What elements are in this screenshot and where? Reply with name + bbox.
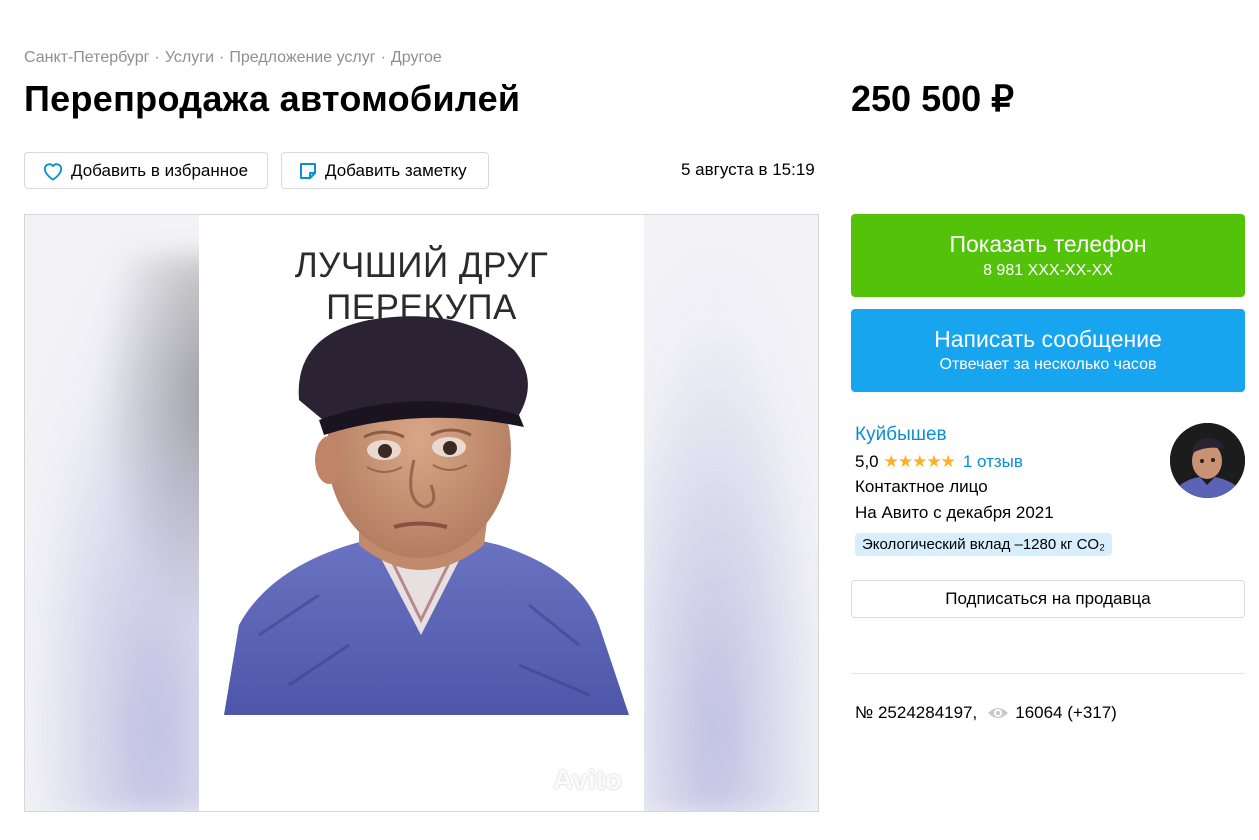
man-portrait-illustration bbox=[224, 316, 629, 715]
views-count: 16064 (+317) bbox=[1015, 703, 1117, 722]
listing-photo[interactable]: ЛУЧШИЙ ДРУГ ПЕРЕКУПА Avito bbox=[199, 215, 644, 811]
breadcrumb-services[interactable]: Услуги bbox=[165, 49, 214, 67]
show-phone-button[interactable]: Показать телефон 8 981 XXX-XX-XX bbox=[851, 214, 1245, 297]
eye-icon bbox=[988, 708, 1009, 718]
add-to-favorites-label: Добавить в избранное bbox=[71, 160, 249, 180]
note-icon bbox=[300, 162, 316, 179]
eco-badge: Экологический вклад –1280 кг CO₂ bbox=[855, 533, 1112, 556]
avito-logo-icon bbox=[516, 764, 546, 795]
rating-value: 5,0 bbox=[855, 452, 879, 471]
listing-price: 250 500 ₽ bbox=[851, 78, 1015, 119]
breadcrumb-offers[interactable]: Предложение услуг bbox=[229, 49, 375, 67]
add-note-label: Добавить заметку bbox=[325, 160, 467, 180]
seller-role: Контактное лицо bbox=[855, 477, 988, 496]
add-note-button[interactable]: Добавить заметку bbox=[281, 152, 489, 189]
breadcrumb-separator: · bbox=[154, 49, 160, 66]
reviews-link[interactable]: 1 отзыв bbox=[963, 452, 1023, 472]
breadcrumb-separator: · bbox=[380, 49, 386, 66]
avatar-image bbox=[1170, 423, 1245, 498]
write-message-button[interactable]: Написать сообщение Отвечает за несколько… bbox=[851, 309, 1245, 392]
show-phone-label: Показать телефон bbox=[949, 231, 1147, 257]
subscribe-seller-button[interactable]: Подписаться на продавца bbox=[851, 580, 1245, 618]
breadcrumb-separator: · bbox=[219, 49, 225, 66]
seller-rating: 5,0 ★★★★★ 1 отзыв bbox=[855, 451, 1165, 473]
seller-since: На Авито с декабря 2021 bbox=[855, 503, 1054, 522]
publish-date: 5 августа в 15:19 bbox=[681, 160, 815, 179]
seller-avatar[interactable] bbox=[1170, 423, 1245, 498]
page-title: Перепродажа автомобилей bbox=[24, 78, 521, 119]
blurred-background bbox=[635, 255, 818, 811]
ad-number: № 2524284197, bbox=[855, 703, 978, 722]
watermark-text: Avito bbox=[553, 764, 622, 795]
seller-name-link[interactable]: Куйбышев bbox=[855, 424, 1165, 448]
breadcrumb-other[interactable]: Другое bbox=[391, 49, 442, 67]
photo-gallery[interactable]: ЛУЧШИЙ ДРУГ ПЕРЕКУПА Avito bbox=[24, 214, 819, 812]
response-time: Отвечает за несколько часов bbox=[939, 356, 1157, 373]
ad-meta: № 2524284197, 16064 (+317) bbox=[855, 703, 1117, 723]
breadcrumb: Санкт-Петербург · Услуги · Предложение у… bbox=[24, 49, 442, 67]
add-to-favorites-button[interactable]: Добавить в избранное bbox=[24, 152, 268, 189]
avito-watermark: Avito bbox=[515, 763, 622, 797]
divider bbox=[851, 673, 1245, 674]
seller-info: Куйбышев 5,0 ★★★★★ 1 отзыв Контактное ли… bbox=[855, 424, 1165, 556]
breadcrumb-city[interactable]: Санкт-Петербург bbox=[24, 49, 149, 67]
heart-icon bbox=[43, 162, 63, 181]
phone-number: 8 981 XXX-XX-XX bbox=[983, 262, 1113, 279]
rating-stars-icon: ★★★★★ bbox=[883, 452, 956, 471]
write-message-label: Написать сообщение bbox=[934, 326, 1162, 352]
